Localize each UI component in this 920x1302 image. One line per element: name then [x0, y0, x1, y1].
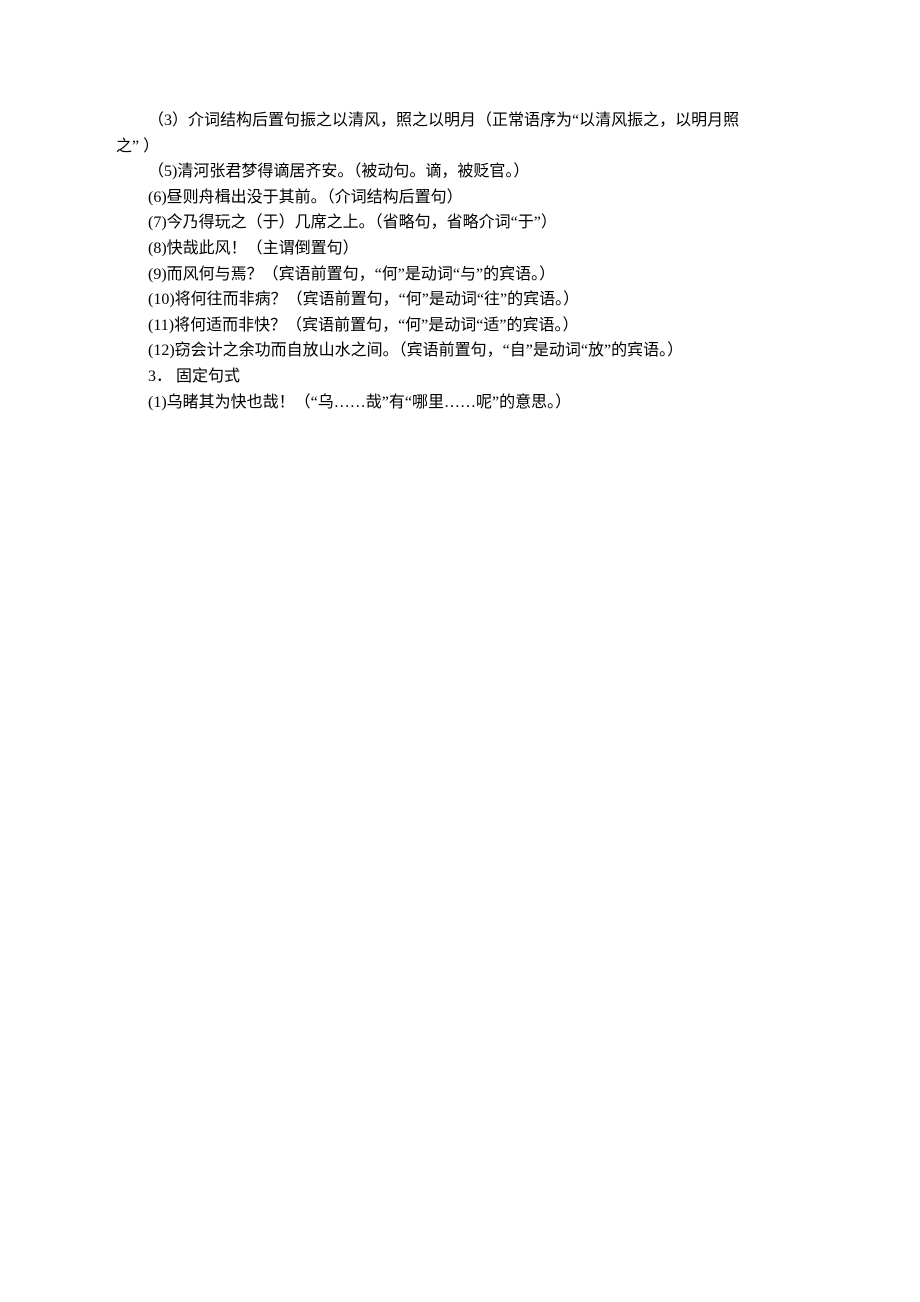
text-line: (7)今乃得玩之（于）几席之上。（省略句，省略介词“于”） — [116, 210, 808, 236]
text-line: (9)而风何与焉？（宾语前置句，“何”是动词“与”的宾语。） — [116, 262, 808, 288]
text-line: (1)乌睹其为快也哉！（“乌……哉”有“哪里……呢”的意思。） — [116, 390, 808, 416]
document-content: （3）介词结构后置句振之以清风，照之以明月（正常语序为“以清风振之，以明月照之”… — [116, 108, 808, 415]
text-line: (6)昼则舟楫出没于其前。（介词结构后置句） — [116, 185, 808, 211]
text-line: (12)窃会计之余功而自放山水之间。（宾语前置句，“自”是动词“放”的宾语。） — [116, 338, 808, 364]
text-line: (10)将何往而非病？（宾语前置句，“何”是动词“往”的宾语。） — [116, 287, 808, 313]
text-line: (11)将何适而非快？（宾语前置句，“何”是动词“适”的宾语。） — [116, 313, 808, 339]
text-line: （5)清河张君梦得谪居齐安。（被动句。谪，被贬官。） — [116, 159, 808, 185]
text-line: 之” ） — [116, 134, 808, 160]
text-line: 3． 固定句式 — [116, 364, 808, 390]
text-line: (8)快哉此风！（主谓倒置句） — [116, 236, 808, 262]
text-line: （3）介词结构后置句振之以清风，照之以明月（正常语序为“以清风振之，以明月照 — [116, 108, 808, 134]
